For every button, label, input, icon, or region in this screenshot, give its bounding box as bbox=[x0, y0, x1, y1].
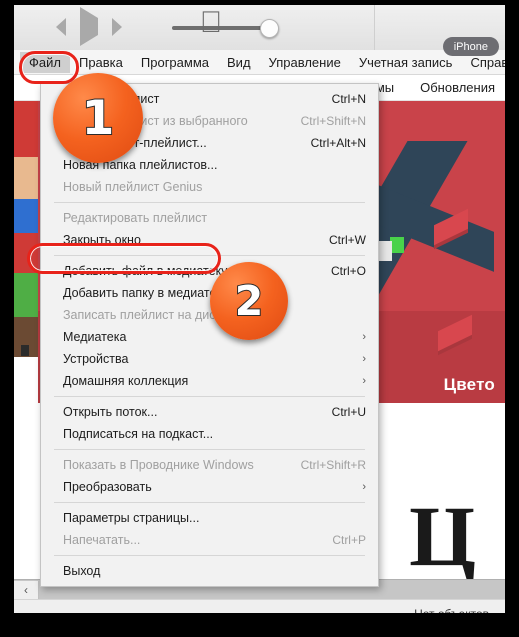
scroll-left-icon[interactable]: ‹ bbox=[14, 580, 39, 600]
menu-item-shortcut: Ctrl+Shift+N bbox=[300, 114, 366, 128]
apple-logo-icon:  bbox=[199, 8, 223, 38]
menubar-item-program[interactable]: Программа bbox=[132, 52, 218, 73]
app-thumbnail-letter[interactable]: Ц bbox=[409, 495, 479, 579]
chevron-right-icon: › bbox=[362, 331, 366, 343]
menubar-item-view[interactable]: Вид bbox=[218, 52, 260, 73]
chevron-right-icon: › bbox=[362, 353, 366, 365]
screenshot-root:  Файл Правка Программа Вид Управление У… bbox=[0, 0, 519, 637]
transport-controls bbox=[56, 7, 122, 46]
menu-item-shortcut: Ctrl+P bbox=[332, 533, 366, 547]
menu-item-label: Показать в Проводнике Windows bbox=[63, 458, 254, 472]
menu-item: Показать в Проводнике Windows Ctrl+Shift+… bbox=[41, 454, 378, 476]
menu-item[interactable]: Подписаться на подкаст... bbox=[41, 423, 378, 445]
rewind-icon[interactable] bbox=[56, 18, 66, 36]
menu-item[interactable]: Параметры страницы... bbox=[41, 507, 378, 529]
menu-item-label: Редактировать плейлист bbox=[63, 211, 208, 225]
status-text: Нет объектов bbox=[414, 607, 489, 614]
step-badge-2: 2 bbox=[210, 262, 288, 340]
chevron-right-icon: › bbox=[362, 375, 366, 387]
menu-separator bbox=[54, 202, 365, 203]
menu-separator bbox=[54, 555, 365, 556]
menu-item-label: Параметры страницы... bbox=[63, 511, 200, 525]
menu-item[interactable]: Преобразовать › bbox=[41, 476, 378, 498]
menu-item-shortcut: Ctrl+W bbox=[329, 233, 366, 247]
menubar-item-edit[interactable]: Правка bbox=[70, 52, 132, 73]
annotation-highlight-file-menu bbox=[19, 51, 79, 84]
menu-item: Напечатать... Ctrl+P bbox=[41, 529, 378, 551]
annotation-highlight-add-file bbox=[27, 243, 221, 274]
menu-item-label: Преобразовать bbox=[63, 480, 152, 494]
menu-separator bbox=[54, 396, 365, 397]
menu-item-label: Открыть поток... bbox=[63, 405, 158, 419]
player-toolbar:  bbox=[14, 5, 505, 51]
menu-item-label: Новый плейлист Genius bbox=[63, 180, 203, 194]
device-button[interactable]: iPhone bbox=[442, 37, 499, 56]
play-icon[interactable] bbox=[80, 7, 98, 46]
status-bar: Нет объектов bbox=[14, 599, 505, 613]
tab-updates[interactable]: Обновления bbox=[420, 80, 495, 95]
menu-item: Новый плейлист Genius bbox=[41, 176, 378, 198]
menu-item-shortcut: Ctrl+Alt+N bbox=[310, 136, 366, 150]
fast-forward-icon[interactable] bbox=[112, 18, 122, 36]
menubar-item-controls[interactable]: Управление bbox=[260, 52, 350, 73]
menu-item-label: Выход bbox=[63, 564, 101, 578]
menu-item-label: Напечатать... bbox=[63, 533, 141, 547]
volume-slider-knob[interactable] bbox=[260, 19, 279, 38]
menu-item: Записать плейлист на диск bbox=[41, 304, 378, 326]
step-badge-1: 1 bbox=[53, 73, 143, 163]
menu-item[interactable]: Выход bbox=[41, 560, 378, 582]
step-badge-2-number: 2 bbox=[234, 276, 264, 326]
step-badge-1-number: 1 bbox=[81, 90, 116, 147]
menu-item-label: Устройства bbox=[63, 352, 129, 366]
menu-item-shortcut: Ctrl+Shift+R bbox=[300, 458, 366, 472]
menu-item[interactable]: Домашняя коллекция › bbox=[41, 370, 378, 392]
artwork-caption: Цвето bbox=[443, 375, 495, 394]
menu-separator bbox=[54, 449, 365, 450]
menu-item-label: Подписаться на подкаст... bbox=[63, 427, 214, 441]
menu-item[interactable]: Медиатека › bbox=[41, 326, 378, 348]
left-artwork-strip bbox=[14, 101, 38, 579]
menu-item-shortcut: Ctrl+O bbox=[330, 264, 366, 278]
menu-item-shortcut: Ctrl+N bbox=[331, 92, 366, 106]
menu-item-label: Домашняя коллекция bbox=[63, 374, 189, 388]
menu-bar: Файл Правка Программа Вид Управление Уче… bbox=[14, 50, 505, 75]
menu-separator bbox=[54, 502, 365, 503]
menu-item[interactable]: Устройства › bbox=[41, 348, 378, 370]
menu-item-shortcut: Ctrl+U bbox=[331, 405, 366, 419]
menu-item-label: Медиатека bbox=[63, 330, 127, 344]
menu-item[interactable]: Открыть поток... Ctrl+U bbox=[41, 401, 378, 423]
menubar-item-account[interactable]: Учетная запись bbox=[350, 52, 462, 73]
menu-item: Редактировать плейлист bbox=[41, 207, 378, 229]
chevron-right-icon: › bbox=[362, 481, 366, 493]
